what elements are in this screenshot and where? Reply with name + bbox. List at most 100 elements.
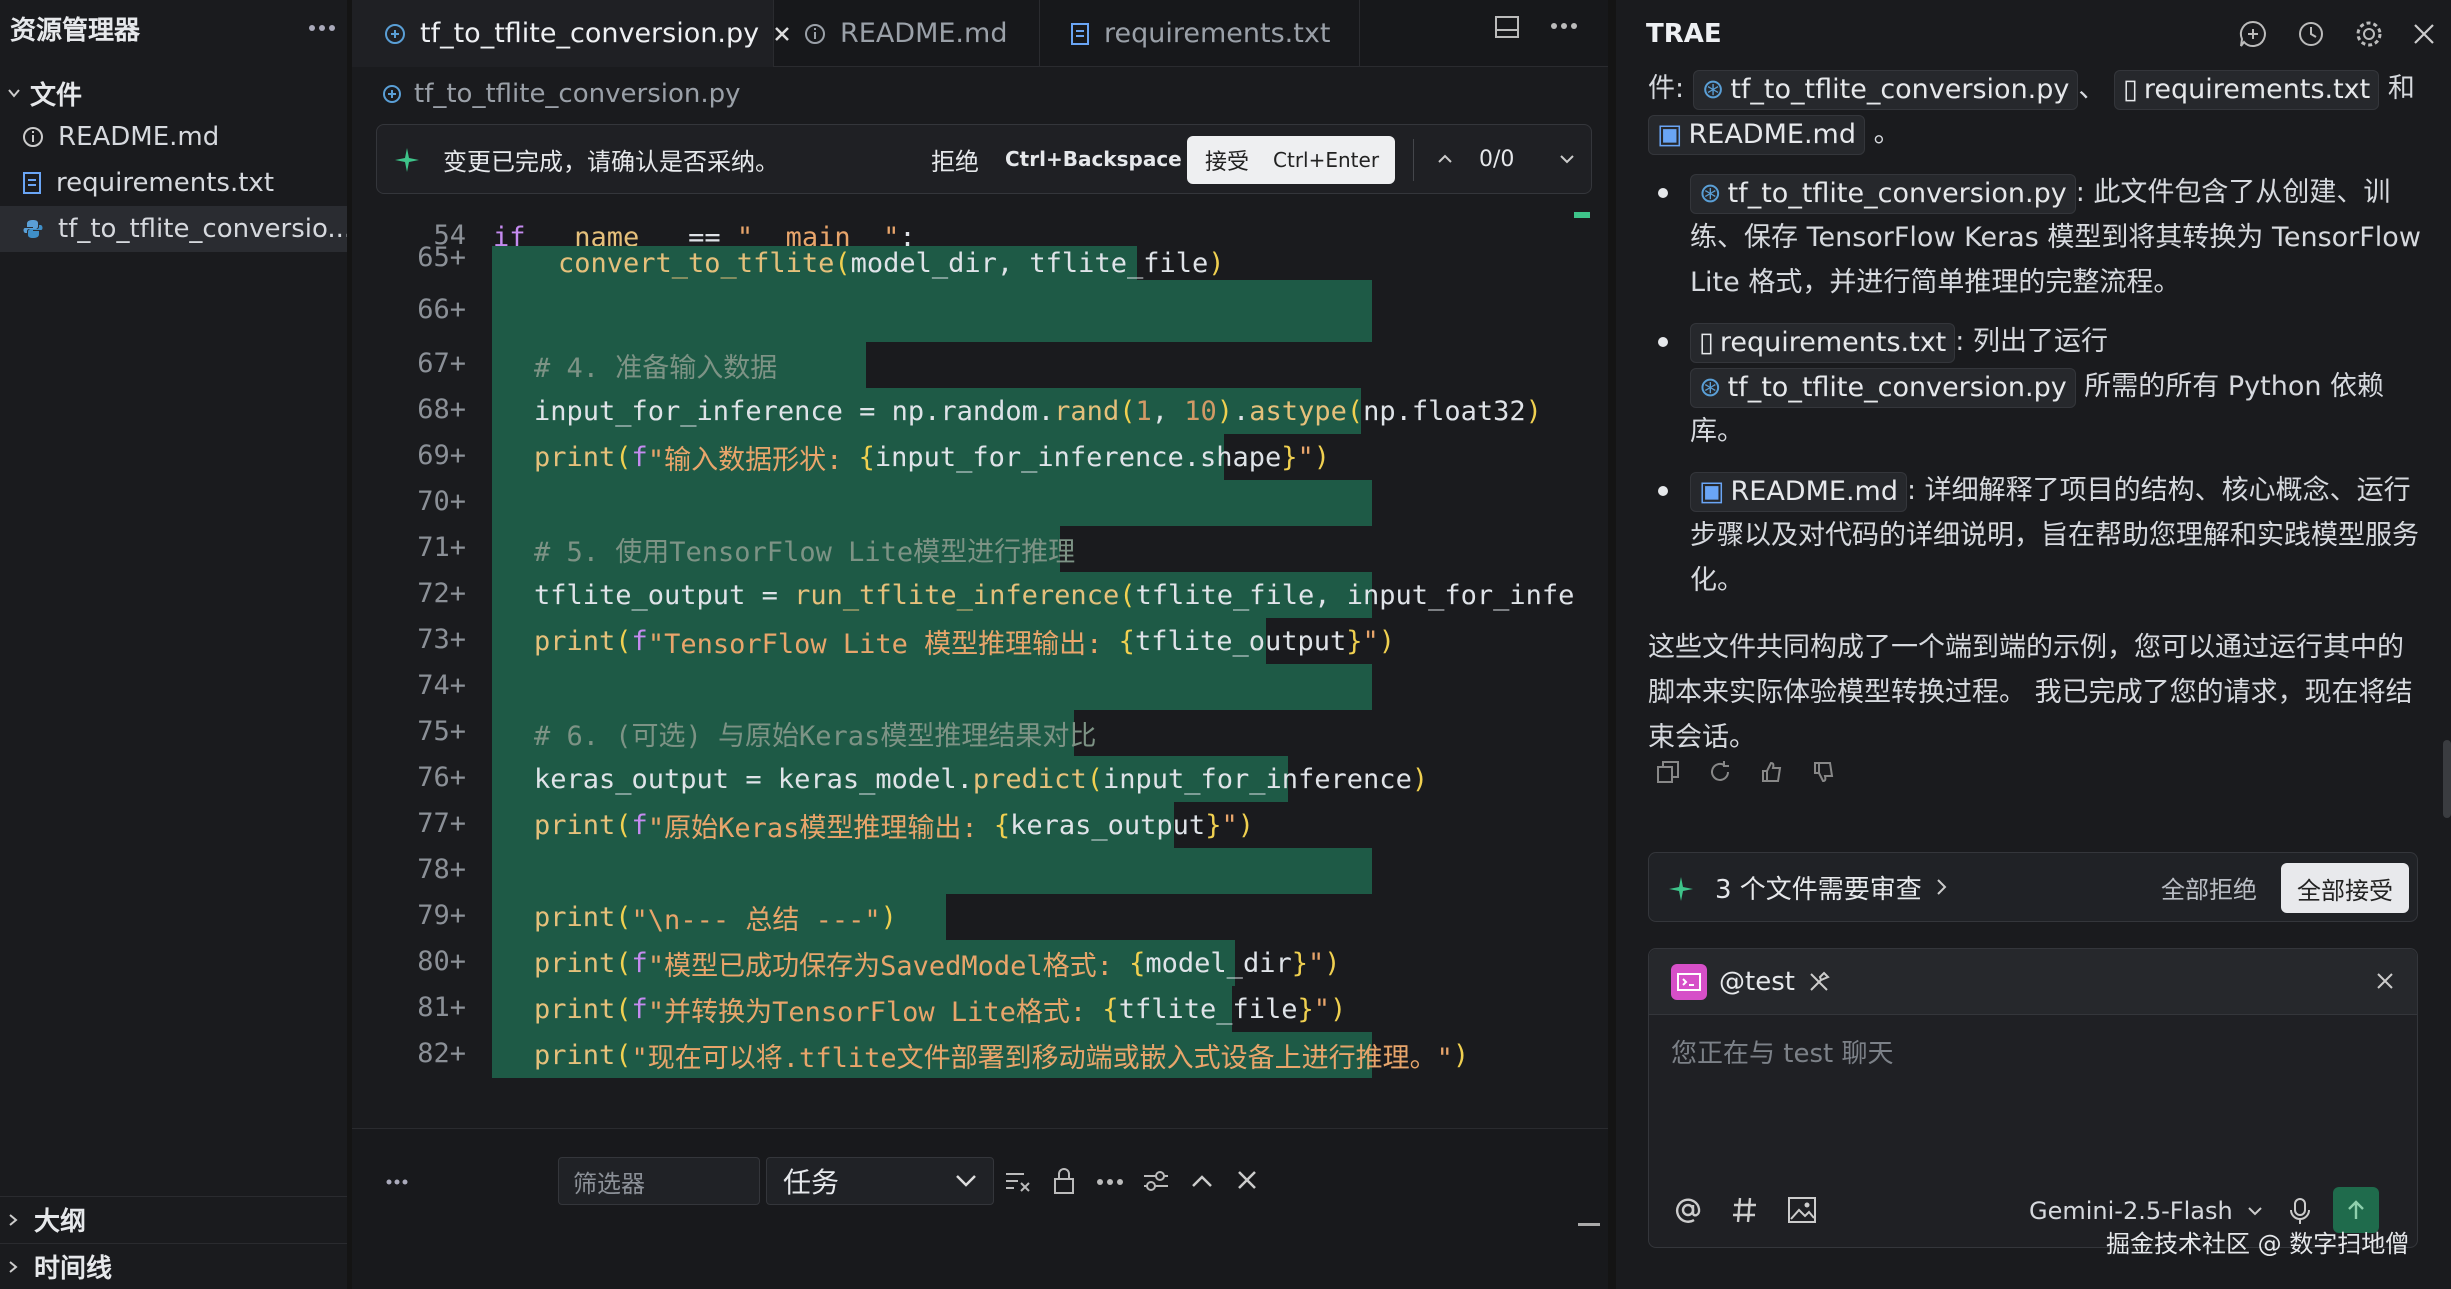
separator: 、 xyxy=(2078,73,2106,104)
accept-button[interactable]: 接受 Ctrl+Enter xyxy=(1187,136,1395,184)
line-number: 79+ xyxy=(417,900,466,931)
line-number: 69+ xyxy=(417,440,466,471)
chat-header-actions xyxy=(2238,19,2436,49)
split-editor-icon[interactable] xyxy=(1494,14,1520,40)
mention-icon[interactable] xyxy=(1673,1195,1703,1225)
lock-icon[interactable] xyxy=(1052,1167,1076,1195)
chat-textarea[interactable]: 您正在与 test 聊天 xyxy=(1671,1033,2391,1133)
tab-label: README.md xyxy=(840,18,1008,49)
intro-prefix: 件: xyxy=(1648,73,1685,104)
line-number: 70+ xyxy=(417,486,466,517)
tree-item-conversion-py[interactable]: tf_to_tflite_conversio... xyxy=(0,206,347,252)
code-line-74 xyxy=(492,664,1372,710)
python-icon: ⊛ xyxy=(1699,177,1722,209)
tree-item-label: tf_to_tflite_conversio... xyxy=(58,214,347,244)
feedback-actions xyxy=(1656,760,1836,784)
watermark: 掘金技术社区 @ 数字扫地僧 xyxy=(2106,1230,2410,1258)
reject-button[interactable]: 拒绝 Ctrl+Backspace xyxy=(931,142,1182,177)
history-icon[interactable] xyxy=(2296,19,2326,49)
chevron-up-icon[interactable] xyxy=(1435,149,1455,169)
info-icon xyxy=(22,126,44,148)
line-number: 67+ xyxy=(417,348,466,379)
code-view[interactable]: 54 65+ 66+ 67+ 68+ 69+ 70+ 71+ 72+ 73+ 74+ 75+ 76+ 77… xyxy=(352,208,1608,1088)
tab-readme[interactable]: README.md xyxy=(774,0,1040,67)
reject-label: 拒绝 xyxy=(931,147,979,176)
divider xyxy=(1413,139,1414,181)
accept-label: 接受 xyxy=(1205,150,1250,175)
tree-item-readme[interactable]: README.md xyxy=(0,114,347,160)
chevron-right-icon xyxy=(6,1259,20,1275)
copy-icon[interactable] xyxy=(1656,760,1680,784)
sparkle-icon xyxy=(1667,875,1695,903)
microphone-icon[interactable] xyxy=(2289,1197,2311,1225)
gear-icon[interactable] xyxy=(2354,19,2384,49)
python-icon: ⊛ xyxy=(1701,73,1725,105)
line-number: 80+ xyxy=(417,946,466,977)
breadcrumb[interactable]: tf_to_tflite_conversion.py xyxy=(382,76,741,112)
tree-item-requirements[interactable]: requirements.txt xyxy=(0,160,347,206)
new-chat-icon[interactable] xyxy=(2238,19,2268,49)
accept-all-label: 全部接受 xyxy=(2297,876,2393,905)
reject-all-button[interactable]: 全部拒绝 xyxy=(2161,870,2257,905)
file-chip[interactable]: ▣ README.md xyxy=(1690,471,1907,512)
conjunction: 和 xyxy=(2387,73,2415,104)
clear-list-icon[interactable] xyxy=(1004,1169,1032,1193)
close-icon[interactable] xyxy=(1236,1169,1258,1191)
accept-all-button[interactable]: 全部接受 xyxy=(2281,863,2409,913)
outline-section[interactable]: 大纲 xyxy=(0,1196,347,1242)
python-icon xyxy=(382,84,402,104)
bullet-item: ▣ README.md: 详细解释了项目的结构、核心概念、运行步骤以及对代码的详细… xyxy=(1648,468,2428,603)
more-icon[interactable] xyxy=(1550,22,1578,30)
markdown-icon: ▣ xyxy=(1657,118,1683,150)
chip-label: requirements.txt xyxy=(1719,326,1947,358)
review-count-link[interactable]: 3 个文件需要审查 xyxy=(1715,869,1948,906)
code-line-73: print(f "TensorFlow Lite 模型推理输出: {tflite_… xyxy=(492,618,1395,664)
bullet-text: : 列出了运行 xyxy=(1955,326,2108,357)
close-icon[interactable] xyxy=(2375,971,2395,991)
scrollbar-thumb[interactable] xyxy=(1574,212,1590,218)
more-icon[interactable] xyxy=(1096,1178,1124,1186)
files-section-header[interactable]: 文件 xyxy=(0,72,82,114)
panel-scrollbar[interactable] xyxy=(1578,1223,1600,1226)
settings-sliders-icon[interactable] xyxy=(1142,1169,1170,1193)
chip-label: requirements.txt xyxy=(2143,73,2371,105)
chip-label: README.md xyxy=(1730,475,1898,507)
chat-input-box: @test 您正在与 test 聊天 Gemini-2.5-Flash xyxy=(1648,948,2418,1248)
regenerate-icon[interactable] xyxy=(1708,760,1732,784)
agent-header: @test xyxy=(1649,949,2417,1015)
file-chip[interactable]: ▣ README.md xyxy=(1648,114,1865,155)
chat-header: TRAE xyxy=(1646,14,2436,54)
timeline-section[interactable]: 时间线 xyxy=(0,1243,347,1289)
thumbs-up-icon[interactable] xyxy=(1760,760,1784,784)
file-chip[interactable]: ⊛ tf_to_tflite_conversion.py xyxy=(1692,69,2079,110)
text-file-icon: ▯ xyxy=(2122,73,2138,105)
filter-input[interactable]: 筛选器 xyxy=(558,1157,760,1205)
code-line-76: keras_output = keras_model. predict(input… xyxy=(492,756,1428,802)
task-select[interactable]: 任务 xyxy=(766,1157,994,1205)
thumbs-down-icon[interactable] xyxy=(1812,760,1836,784)
more-icon[interactable] xyxy=(386,1179,408,1185)
explorer-header: 资源管理器 xyxy=(10,8,340,48)
hash-icon[interactable] xyxy=(1731,1195,1759,1225)
chevron-up-icon[interactable] xyxy=(1190,1171,1214,1191)
file-chip[interactable]: ▯ requirements.txt xyxy=(1690,322,1956,363)
review-message: 变更已完成，请确认是否采纳。 xyxy=(443,147,779,176)
line-number: 78+ xyxy=(417,854,466,885)
file-chip[interactable]: ▯ requirements.txt xyxy=(2113,69,2380,110)
code-line-65: convert_to_tflite(model_dir, tflite_file… xyxy=(492,246,1225,280)
tools-icon[interactable] xyxy=(1807,970,1831,994)
more-icon[interactable] xyxy=(304,10,340,46)
line-number: 81+ xyxy=(417,992,466,1023)
chevron-down-icon[interactable] xyxy=(1557,149,1577,169)
model-select[interactable]: Gemini-2.5-Flash xyxy=(2029,1197,2263,1225)
task-select-value: 任务 xyxy=(783,1166,840,1199)
image-icon[interactable] xyxy=(1787,1195,1817,1225)
file-chip[interactable]: ⊛ tf_to_tflite_conversion.py xyxy=(1690,173,2076,214)
chat-scrollbar[interactable] xyxy=(2443,740,2451,818)
python-icon: ⊛ xyxy=(1699,371,1722,403)
tab-requirements[interactable]: requirements.txt xyxy=(1040,0,1360,67)
close-icon[interactable] xyxy=(2412,22,2436,46)
tab-conversion-py[interactable]: tf_to_tflite_conversion.py xyxy=(352,0,789,67)
file-chip[interactable]: ⊛ tf_to_tflite_conversion.py xyxy=(1690,367,2076,408)
line-number: 66+ xyxy=(417,294,466,325)
